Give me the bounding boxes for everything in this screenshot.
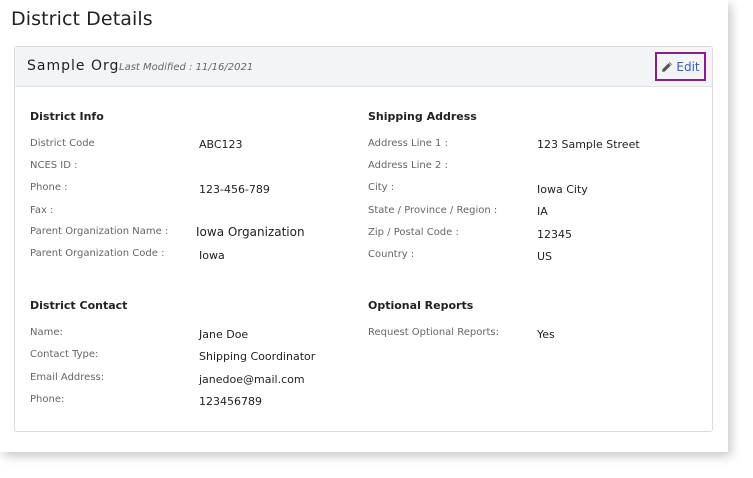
district-info-title: District Info [30, 110, 104, 123]
district-phone-label: Phone : [30, 182, 68, 193]
fax-label: Fax : [30, 205, 54, 216]
page-title: District Details [11, 8, 153, 30]
contact-phone-value: 123456789 [199, 395, 262, 408]
district-details-page: District Details Sample Org Last Modifie… [0, 0, 728, 452]
request-reports-value: Yes [537, 328, 555, 341]
email-value: janedoe@mail.com [199, 373, 305, 386]
last-modified: Last Modified : 11/16/2021 [119, 62, 254, 73]
address-line1-label: Address Line 1 : [368, 138, 448, 149]
district-card: Sample Org Last Modified : 11/16/2021 Ed… [14, 46, 713, 432]
district-code-value: ABC123 [199, 138, 243, 151]
request-reports-label: Request Optional Reports: [368, 327, 499, 338]
district-phone-value: 123-456-789 [199, 183, 270, 196]
district-code-label: District Code [30, 138, 95, 149]
org-name: Sample Org [27, 58, 120, 74]
contact-type-value: Shipping Coordinator [199, 350, 316, 363]
contact-phone-label: Phone: [30, 394, 65, 405]
state-label: State / Province / Region : [368, 205, 498, 216]
contact-type-label: Contact Type: [30, 349, 99, 360]
parent-org-name-label: Parent Organization Name : [30, 226, 169, 237]
zip-value: 12345 [537, 228, 572, 241]
pencil-icon [662, 61, 673, 72]
shipping-address-title: Shipping Address [368, 110, 477, 123]
email-label: Email Address: [30, 372, 105, 383]
contact-name-value: Jane Doe [199, 328, 249, 341]
city-value: Iowa City [537, 183, 588, 196]
edit-label: Edit [676, 59, 700, 74]
address-line2-label: Address Line 2 : [368, 160, 448, 171]
country-value: US [537, 250, 553, 263]
edit-button[interactable]: Edit [655, 52, 706, 81]
address-line1-value: 123 Sample Street [537, 138, 640, 151]
parent-org-code-value: Iowa [199, 249, 225, 262]
optional-reports-title: Optional Reports [368, 299, 474, 312]
nces-id-label: NCES ID : [30, 160, 78, 171]
contact-name-label: Name: [30, 327, 63, 338]
card-header: Sample Org Last Modified : 11/16/2021 Ed… [15, 47, 712, 87]
city-label: City : [368, 182, 395, 193]
zip-label: Zip / Postal Code : [368, 227, 459, 238]
parent-org-code-label: Parent Organization Code : [30, 248, 165, 259]
district-contact-title: District Contact [30, 299, 128, 312]
state-value: IA [537, 205, 548, 218]
parent-org-name-value: Iowa Organization [196, 225, 305, 239]
country-label: Country : [368, 249, 415, 260]
